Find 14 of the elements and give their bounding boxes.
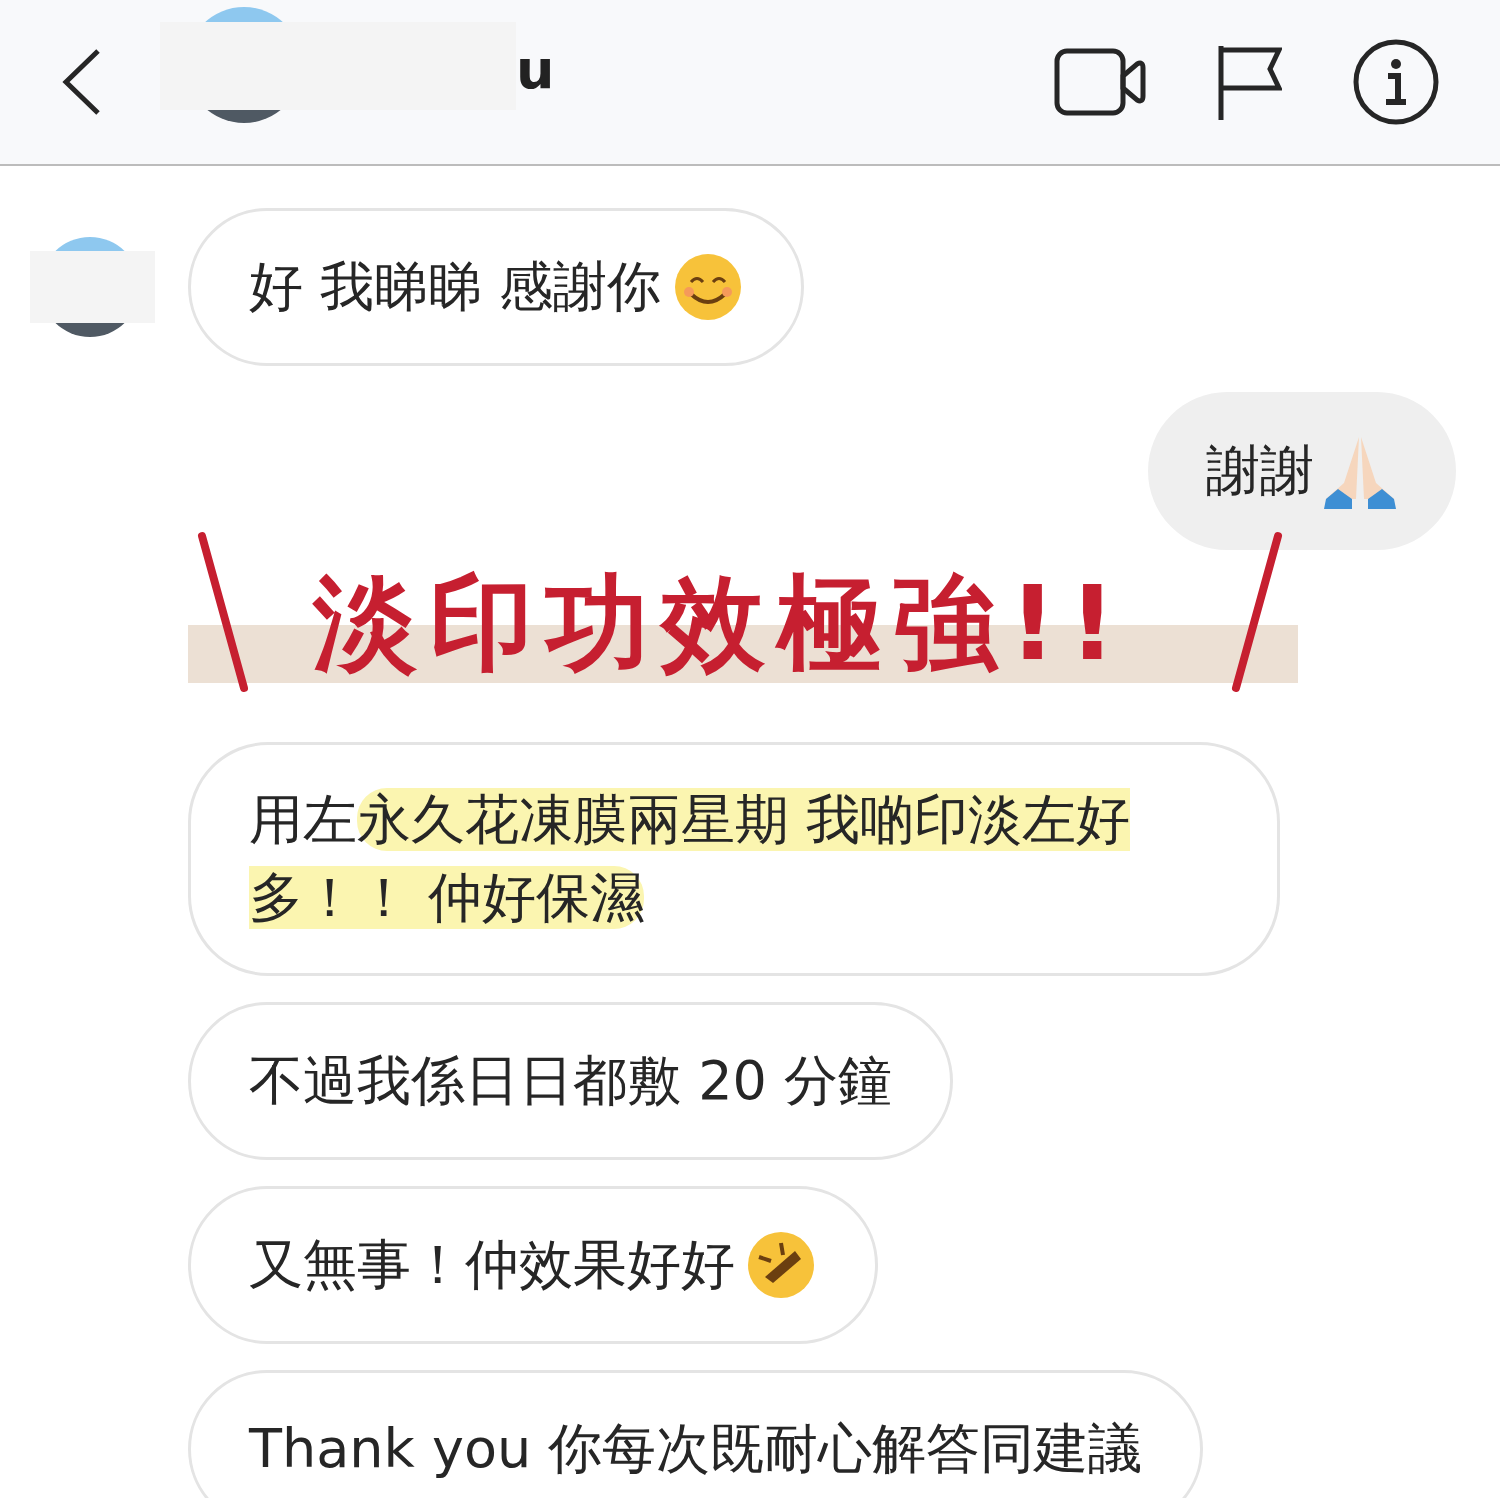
message-text: 不過我係日日都敷 20 分鐘 [249, 1048, 893, 1114]
message-text: 用左永久花凍膜兩星期 我啲印淡左好多！！ 仲好保濕 [249, 787, 1132, 931]
annotation-title: 淡印功效極強!! [313, 561, 1128, 686]
redacted-avatar[interactable] [30, 237, 155, 337]
laughing-face-icon [745, 1229, 817, 1301]
info-icon[interactable] [1352, 38, 1440, 126]
flag-icon[interactable] [1216, 44, 1282, 120]
smiling-face-icon [673, 252, 744, 322]
contact-name: u [516, 38, 555, 101]
message-text: 謝謝 [1206, 438, 1314, 504]
message-text: 好 我睇睇 感謝你 [249, 254, 662, 320]
message-text: Thank you 你每次既耐心解答同建議 [249, 1416, 1143, 1482]
message-text: 又無事！仲效果好好 [249, 1232, 735, 1298]
video-call-icon[interactable] [1054, 46, 1146, 118]
